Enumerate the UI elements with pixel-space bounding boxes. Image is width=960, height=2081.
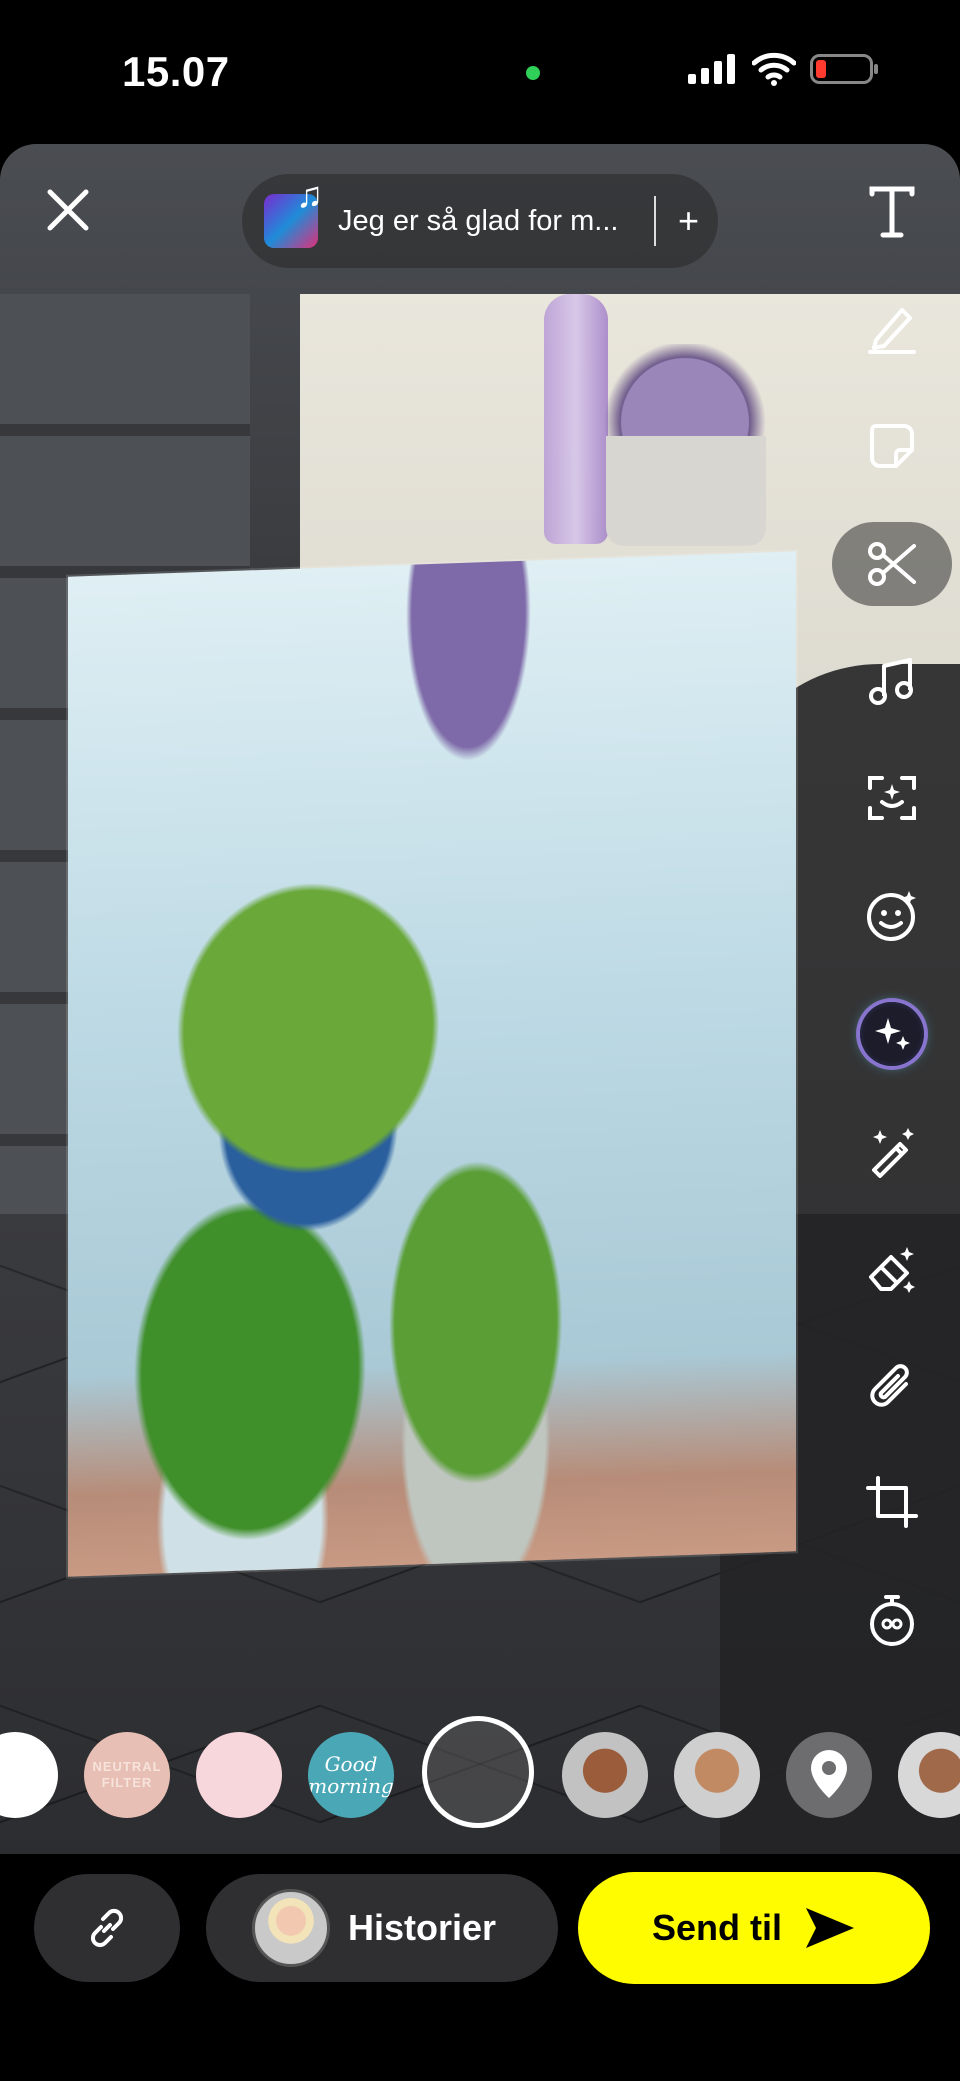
battery-icon — [810, 54, 878, 84]
photo-canvas[interactable] — [0, 144, 960, 1854]
magic-eraser-tool[interactable] — [862, 1122, 922, 1182]
text-icon — [869, 186, 915, 238]
add-music-button[interactable]: + — [678, 203, 699, 239]
location-pin-icon — [811, 1750, 847, 1798]
scan-icon — [868, 776, 916, 820]
bottom-bar: Historier Send til — [0, 1854, 960, 2081]
paperclip-icon — [870, 1364, 909, 1407]
neutral-filter-label: NEUTRAL FILTER — [92, 1759, 162, 1790]
link-icon — [90, 1908, 124, 1948]
close-icon — [47, 189, 89, 231]
status-bar: 15.07 — [0, 0, 960, 140]
attach-tool[interactable] — [862, 1358, 922, 1418]
close-button[interactable] — [42, 184, 94, 236]
status-time: 15.07 — [122, 48, 230, 95]
timer-tool[interactable] — [862, 1590, 922, 1650]
privacy-indicator-dot — [526, 66, 540, 80]
draw-tool[interactable] — [862, 298, 922, 358]
stories-label: Historier — [348, 1907, 497, 1948]
scissors-tool[interactable] — [862, 534, 922, 594]
location-filter-lens[interactable] — [786, 1732, 872, 1818]
face-lens-1[interactable] — [562, 1732, 648, 1818]
magic-eraser-icon — [872, 1128, 914, 1178]
timer-icon — [870, 1595, 914, 1646]
scan-tool[interactable] — [862, 768, 922, 828]
crop-tool[interactable] — [862, 1472, 922, 1532]
ai-sparkle-icon — [875, 1018, 910, 1050]
emoji-tool[interactable] — [862, 886, 922, 946]
pencil-icon — [868, 308, 916, 354]
send-to-button[interactable]: Send til — [578, 1872, 930, 1984]
capture-button[interactable] — [422, 1716, 534, 1828]
wifi-icon — [752, 52, 796, 86]
text-tool[interactable] — [862, 182, 922, 242]
music-divider — [654, 196, 656, 246]
background-bottle — [544, 294, 608, 544]
send-arrow-icon — [806, 1908, 854, 1948]
background-pot — [606, 436, 766, 546]
ai-tool[interactable] — [860, 1002, 924, 1066]
neutral-filter-lens[interactable]: NEUTRAL FILTER — [84, 1732, 170, 1818]
music-note-icon: ♫ — [296, 174, 323, 215]
music-track-pill[interactable]: ♫ Jeg er så glad for m... + — [242, 174, 718, 268]
music-note-icon — [869, 658, 913, 705]
link-button[interactable] — [34, 1874, 180, 1982]
signal-icon — [688, 54, 735, 84]
face-lens-2[interactable] — [674, 1732, 760, 1818]
plant-canvas-print — [68, 551, 796, 1577]
music-tool[interactable] — [862, 652, 922, 712]
avatar — [252, 1889, 330, 1967]
eraser-tool[interactable] — [862, 1240, 922, 1300]
sticker-icon — [870, 424, 914, 468]
pink-filter-lens[interactable] — [196, 1732, 282, 1818]
crop-icon — [866, 1476, 918, 1528]
good-morning-label: Good morning — [308, 1752, 394, 1798]
stories-button[interactable]: Historier — [206, 1874, 558, 1982]
music-title: Jeg er så glad for m... — [338, 204, 619, 237]
scissors-icon — [868, 542, 916, 586]
eraser-icon — [869, 1247, 915, 1293]
send-to-label: Send til — [651, 1907, 782, 1948]
emoji-icon — [867, 891, 916, 941]
album-art: ♫ — [264, 174, 323, 248]
sticker-tool[interactable] — [862, 416, 922, 476]
good-morning-lens[interactable]: Good morning — [308, 1732, 394, 1818]
